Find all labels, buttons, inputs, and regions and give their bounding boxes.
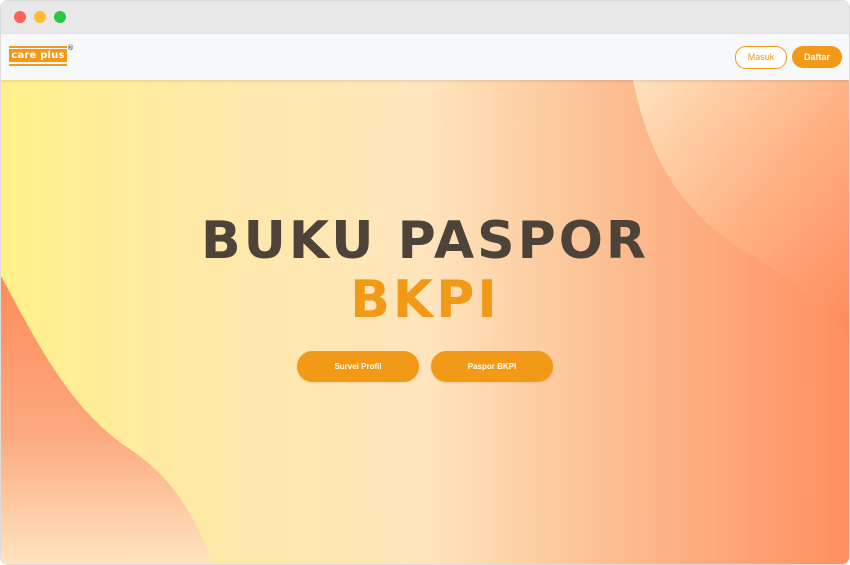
minimize-window-button[interactable]: [34, 11, 46, 23]
register-button[interactable]: Daftar: [792, 46, 842, 68]
browser-window: care plus ® Masuk Daftar BUKU PASPOR BKP…: [0, 0, 850, 565]
survey-profile-button[interactable]: Survei Profil: [297, 351, 419, 382]
top-navbar: care plus ® Masuk Daftar: [1, 34, 849, 80]
logo-text: care plus: [9, 49, 67, 62]
careplus-logo[interactable]: care plus ®: [9, 44, 74, 66]
hero-title: BUKU PASPOR: [201, 211, 649, 271]
bkpi-passport-button[interactable]: Paspor BKPI: [431, 351, 553, 382]
login-button[interactable]: Masuk: [735, 46, 787, 69]
maximize-window-button[interactable]: [54, 11, 66, 23]
title-bar: [1, 1, 849, 34]
hero-subtitle: BKPI: [350, 270, 500, 330]
logo-top-stripe: [9, 46, 67, 48]
hero-section: BUKU PASPOR BKPI Survei Profil Paspor BK…: [1, 80, 849, 564]
logo-bottom-stripe: [9, 64, 67, 66]
close-window-button[interactable]: [14, 11, 26, 23]
registered-mark: ®: [67, 44, 74, 52]
